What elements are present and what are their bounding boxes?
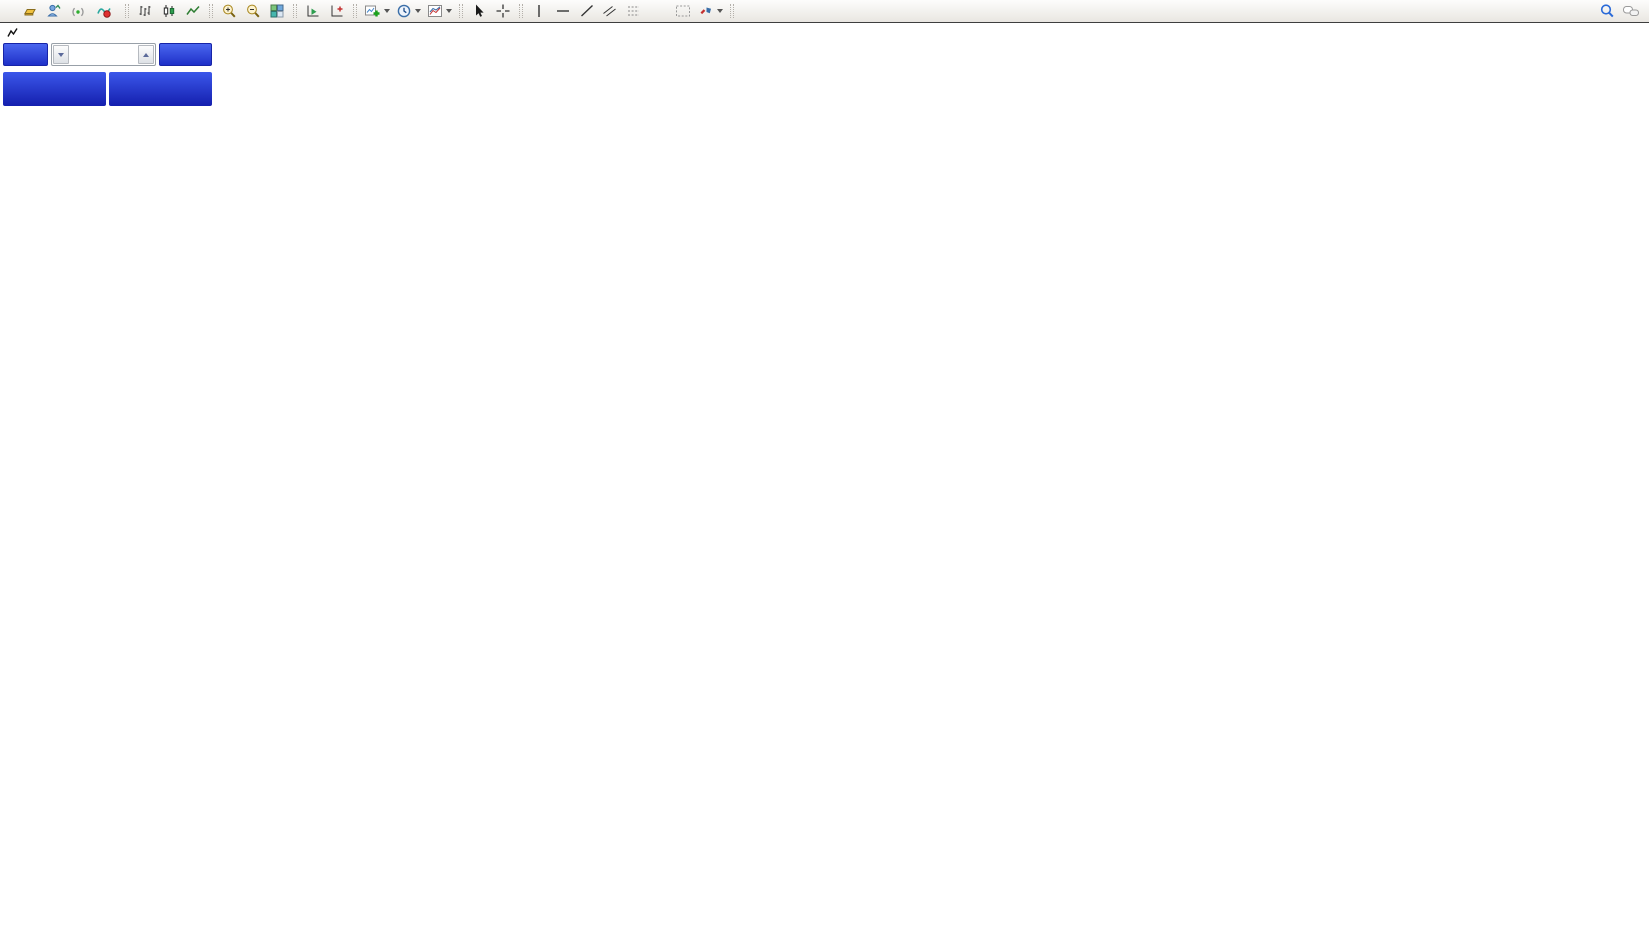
- fibonacci-button[interactable]: [623, 1, 647, 21]
- sell-button[interactable]: [3, 43, 48, 66]
- candlestick-chart-button[interactable]: [157, 1, 181, 21]
- bid-price-box[interactable]: [3, 72, 106, 106]
- arrows-button[interactable]: [695, 1, 726, 21]
- dropdown-caret-icon: [415, 9, 421, 13]
- chart-autoscroll-icon: [331, 5, 343, 17]
- accounts-icon-button[interactable]: [42, 1, 66, 21]
- add-indicator-button[interactable]: [361, 1, 393, 21]
- volume-value[interactable]: [70, 44, 137, 65]
- volume-spinner: [51, 43, 156, 66]
- toolbar-grip: [730, 4, 734, 18]
- gold-bar-icon-button[interactable]: [18, 1, 42, 21]
- bar-chart-button[interactable]: [133, 1, 157, 21]
- toolbar-grip: [125, 4, 129, 18]
- search-button[interactable]: [1595, 1, 1619, 21]
- line-chart-icon: [186, 5, 200, 15]
- periods-button[interactable]: [393, 1, 424, 21]
- chat-icon: [1623, 6, 1639, 16]
- toolbar-grip: [519, 4, 523, 18]
- triangle-up-icon: [143, 52, 149, 57]
- trendline-icon: [581, 4, 593, 17]
- new-order-button[interactable]: [0, 1, 18, 21]
- gold-bar-icon: [24, 9, 36, 16]
- buy-button[interactable]: [159, 43, 212, 66]
- chart-shift-button[interactable]: [301, 1, 325, 21]
- main-toolbar: [0, 0, 1649, 23]
- toolbar-grip: [353, 4, 357, 18]
- zoom-in-button[interactable]: [217, 1, 241, 21]
- crosshair-button[interactable]: [491, 1, 515, 21]
- bar-chart-icon: [139, 6, 151, 16]
- cursor-button[interactable]: [467, 1, 491, 21]
- tile-windows-button[interactable]: [265, 1, 289, 21]
- chart-canvas[interactable]: [0, 0, 1649, 945]
- template-icon: [428, 5, 442, 17]
- cursor-icon: [476, 4, 484, 17]
- crosshair-icon: [496, 4, 510, 18]
- one-click-trading-panel: [3, 43, 212, 106]
- text-label-icon: [676, 5, 690, 17]
- horizontal-line-icon: [557, 10, 569, 12]
- vertical-line-icon: [538, 5, 540, 17]
- search-icon: [1600, 4, 1614, 18]
- fibonacci-icon: [628, 6, 639, 16]
- arrows-shapes-icon: [700, 7, 711, 15]
- equidistant-channel-icon: [603, 6, 616, 17]
- chart-shift-icon: [307, 5, 319, 17]
- mt4-terminal: [0, 0, 1649, 945]
- dropdown-caret-icon: [446, 9, 452, 13]
- volume-decrease-button[interactable]: [53, 45, 69, 64]
- candlestick-chart-icon: [163, 5, 175, 17]
- autotrade-button[interactable]: [90, 1, 121, 21]
- toolbar-grip: [293, 4, 297, 18]
- volume-increase-button[interactable]: [138, 45, 154, 64]
- add-indicator-icon: [365, 5, 380, 17]
- user-chart-icon: [47, 4, 61, 17]
- text-icon: [651, 3, 667, 19]
- toolbar-grip: [209, 4, 213, 18]
- tile-windows-icon: [270, 4, 284, 18]
- autotrade-icon: [97, 8, 111, 18]
- vertical-line-button[interactable]: [527, 1, 551, 21]
- chart-autoscroll-button[interactable]: [325, 1, 349, 21]
- chat-button[interactable]: [1619, 1, 1643, 21]
- chart-title: [7, 27, 43, 38]
- dropdown-caret-icon: [384, 9, 390, 13]
- text-button[interactable]: [647, 1, 671, 21]
- clock-icon: [397, 4, 411, 18]
- ask-price-box[interactable]: [109, 72, 212, 106]
- zoom-out-button[interactable]: [241, 1, 265, 21]
- dropdown-caret-icon: [717, 9, 723, 13]
- chart-title-icon: [7, 28, 18, 37]
- toolbar-grip: [459, 4, 463, 18]
- line-chart-button[interactable]: [181, 1, 205, 21]
- templates-button[interactable]: [424, 1, 455, 21]
- channel-button[interactable]: [599, 1, 623, 21]
- horizontal-line-button[interactable]: [551, 1, 575, 21]
- signal-icon: [72, 7, 84, 17]
- zoom-in-icon: [223, 4, 236, 18]
- triangle-down-icon: [58, 52, 64, 57]
- signal-icon-button[interactable]: [66, 1, 90, 21]
- zoom-out-icon: [247, 4, 260, 18]
- text-label-button[interactable]: [671, 1, 695, 21]
- trendline-button[interactable]: [575, 1, 599, 21]
